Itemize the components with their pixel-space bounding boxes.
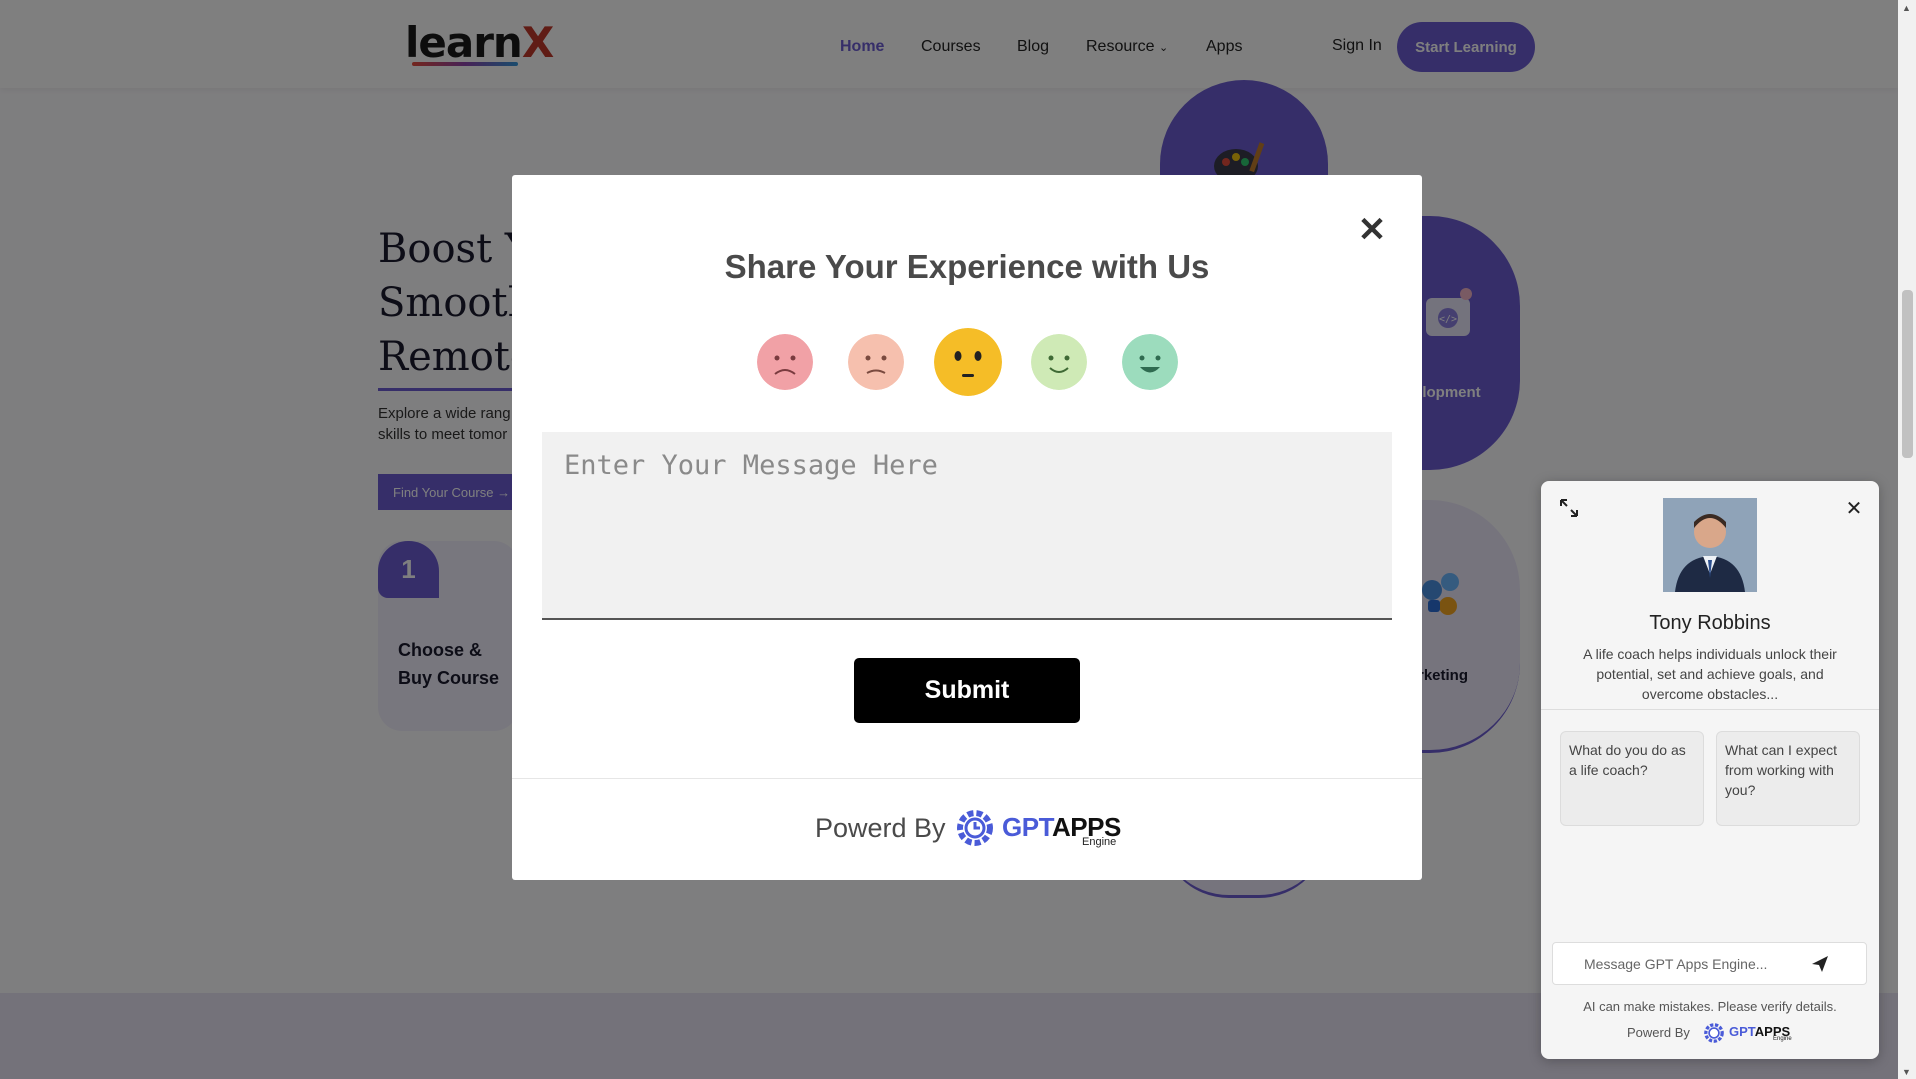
brand-gpt: GPT xyxy=(1729,1024,1755,1039)
suggestion-chip[interactable]: What can I expect from working with you? xyxy=(1716,731,1860,826)
modal-divider xyxy=(512,778,1422,779)
sad-face-icon[interactable] xyxy=(848,334,904,390)
very-sad-face-icon[interactable] xyxy=(757,334,813,390)
expand-icon[interactable] xyxy=(1558,497,1580,519)
send-icon[interactable] xyxy=(1810,954,1830,974)
brand-engine: Engine xyxy=(1773,1036,1792,1042)
page-scrollbar[interactable] xyxy=(1898,0,1916,1079)
modal-title: Share Your Experience with Us xyxy=(724,248,1210,285)
avatar-image xyxy=(1663,498,1757,592)
submit-button[interactable]: Submit xyxy=(854,658,1080,723)
scrollbar-thumb[interactable] xyxy=(1902,290,1913,458)
chat-persona-description: A life coach helps individuals unlock th… xyxy=(1583,646,1837,702)
chat-close-icon[interactable]: ✕ xyxy=(1841,496,1867,522)
brand-gpt: GPT xyxy=(1002,812,1053,842)
chat-disclaimer: AI can make mistakes. Please verify deta… xyxy=(1583,999,1837,1014)
powered-by-label: Powerd By xyxy=(815,813,946,843)
chat-powered-by: Powerd By xyxy=(1627,1025,1690,1040)
scroll-down-icon[interactable]: ▼ xyxy=(1902,1067,1911,1077)
suggestion-chip[interactable]: What do you do as a life coach? xyxy=(1560,731,1704,826)
very-happy-face-icon[interactable] xyxy=(1122,334,1178,390)
chat-divider xyxy=(1541,709,1879,710)
avatar xyxy=(1663,498,1757,592)
gpt-apps-gear-icon xyxy=(957,810,993,846)
neutral-face-icon[interactable] xyxy=(934,328,1002,396)
scroll-up-icon[interactable]: ▲ xyxy=(1902,3,1911,13)
close-icon[interactable]: ✕ xyxy=(1356,213,1388,247)
brand-engine: Engine xyxy=(1082,836,1117,848)
message-input[interactable] xyxy=(542,432,1392,620)
happy-face-icon[interactable] xyxy=(1031,334,1087,390)
chat-persona-name: Tony Robbins xyxy=(1649,612,1771,634)
gpt-apps-gear-icon xyxy=(1704,1023,1724,1043)
